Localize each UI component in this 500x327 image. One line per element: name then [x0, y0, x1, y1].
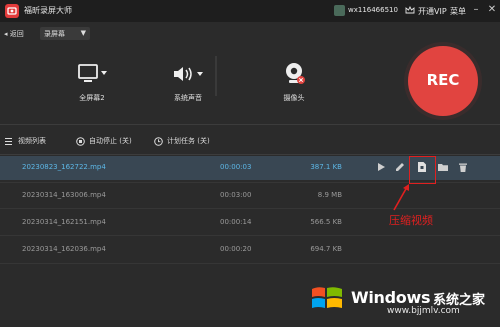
- file-name: 20230823_162722.mp4: [22, 163, 106, 171]
- file-duration: 00:00:20: [220, 245, 252, 253]
- file-row[interactable]: 20230314_162036.mp4 00:00:20 694.7 KB: [0, 238, 500, 262]
- list-icon: [5, 137, 12, 145]
- file-name: 20230314_162151.mp4: [22, 218, 106, 226]
- speaker-icon: [174, 67, 203, 81]
- annotation-label: 压缩视频: [389, 214, 433, 227]
- watermark-url: www.bjjmlv.com: [387, 306, 460, 316]
- app-title: 福昕录屏大师: [24, 6, 72, 15]
- file-size: 694.7 KB: [310, 245, 342, 253]
- source-divider: [215, 56, 217, 96]
- webcam-icon: [286, 63, 305, 84]
- trash-icon[interactable]: [457, 161, 469, 173]
- vip-button[interactable]: 开通VIP: [418, 6, 447, 17]
- file-size: 8.9 MB: [317, 191, 342, 199]
- annotation-highlight-box: [409, 156, 436, 184]
- source-webcam[interactable]: 摄像头: [254, 56, 334, 116]
- file-duration: 00:00:03: [220, 163, 252, 171]
- rec-label: REC: [426, 71, 460, 89]
- user-name[interactable]: wx116466510: [348, 6, 398, 14]
- auto-stop-label: 自动停止 (关): [89, 137, 132, 145]
- source-webcam-label: 摄像头: [283, 94, 305, 102]
- clock-icon: [154, 136, 163, 146]
- stop-clock-icon: [76, 136, 85, 146]
- monitor-icon: [78, 64, 107, 82]
- row-divider: [0, 235, 500, 236]
- windows-logo-icon: [312, 287, 342, 308]
- back-button[interactable]: ◂ 返回: [4, 29, 24, 41]
- row-divider: [0, 263, 500, 264]
- app-logo-icon: [5, 4, 19, 18]
- schedule-task-button[interactable]: 计划任务 (关): [154, 136, 210, 146]
- mode-select-value: 录屏幕: [44, 30, 65, 38]
- row-divider: [0, 208, 500, 209]
- schedule-task-label: 计划任务 (关): [167, 137, 210, 145]
- file-name: 20230314_162036.mp4: [22, 245, 106, 253]
- edit-icon[interactable]: [394, 161, 406, 173]
- file-size: 566.5 KB: [310, 218, 342, 226]
- rec-button[interactable]: REC: [408, 46, 478, 116]
- user-avatar[interactable]: [334, 5, 345, 16]
- vip-crown-icon[interactable]: [405, 5, 415, 15]
- play-icon[interactable]: [375, 161, 387, 173]
- video-list-label: 视频列表: [18, 137, 46, 145]
- mode-select[interactable]: 录屏幕 ▼: [40, 27, 90, 40]
- video-list-button[interactable]: 视频列表: [5, 136, 46, 146]
- source-screen[interactable]: 全屏幕2: [52, 56, 132, 116]
- close-icon[interactable]: ✕: [486, 4, 498, 16]
- watermark-brand: Windows: [351, 288, 431, 307]
- file-duration: 00:03:00: [220, 191, 252, 199]
- chevron-down-icon: ▼: [80, 29, 86, 37]
- back-label: 返回: [9, 30, 24, 38]
- file-size: 387.1 KB: [310, 163, 342, 171]
- auto-stop-button[interactable]: 自动停止 (关): [76, 136, 132, 146]
- list-divider: [0, 154, 500, 155]
- annotation-arrow-icon: [393, 184, 409, 211]
- folder-icon[interactable]: [437, 161, 449, 173]
- file-row[interactable]: 20230314_163006.mp4 00:03:00 8.9 MB: [0, 184, 500, 208]
- menu-button[interactable]: 菜单: [450, 6, 466, 17]
- file-duration: 00:00:14: [220, 218, 252, 226]
- section-divider: [0, 124, 500, 125]
- file-name: 20230314_163006.mp4: [22, 191, 106, 199]
- source-screen-label: 全屏幕2: [79, 94, 105, 102]
- minimize-icon[interactable]: –: [470, 4, 482, 16]
